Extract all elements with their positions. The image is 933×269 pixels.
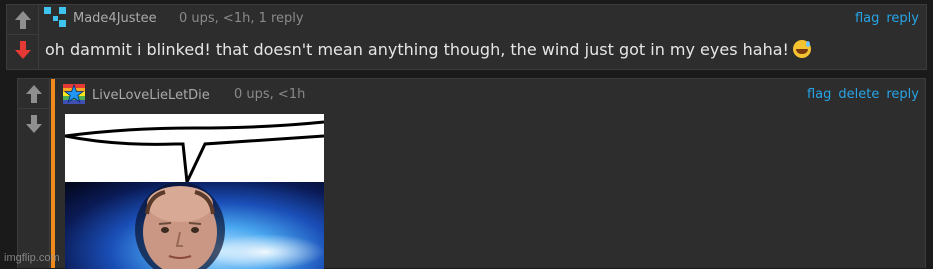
grinning-face-with-sweat-icon — [792, 40, 811, 58]
upvote-button[interactable] — [18, 79, 49, 109]
comment-actions: flag reply — [855, 11, 919, 26]
comment-meta: 0 ups, <1h, 1 reply — [179, 11, 304, 26]
vote-column — [18, 79, 50, 268]
reply-link[interactable]: reply — [886, 87, 919, 102]
man-face-graphic — [135, 182, 324, 269]
speech-bubble-graphic — [65, 114, 324, 182]
comment-text-content: oh dammit i blinked! that doesn't mean a… — [45, 40, 789, 59]
down-arrow-icon — [25, 115, 42, 133]
comment-text: oh dammit i blinked! that doesn't mean a… — [45, 40, 811, 59]
up-arrow-icon — [14, 10, 31, 29]
downvote-button[interactable] — [7, 35, 38, 65]
imgflip-watermark: imgflip.com — [4, 252, 60, 264]
username-link[interactable]: Made4Justee — [73, 11, 157, 26]
user-avatar[interactable] — [63, 84, 85, 104]
username-link[interactable]: LiveLoveLieLetDie — [92, 88, 210, 103]
comment-image[interactable] — [65, 114, 324, 269]
delete-link[interactable]: delete — [838, 87, 879, 102]
flag-link[interactable]: flag — [855, 11, 879, 26]
upvote-button[interactable] — [7, 5, 38, 35]
space-background — [65, 182, 324, 269]
comment-actions: flag delete reply — [807, 87, 919, 102]
flag-link[interactable]: flag — [807, 87, 831, 102]
down-arrow-icon — [14, 41, 31, 59]
vote-column — [7, 5, 39, 69]
downvote-button[interactable] — [18, 109, 49, 139]
up-arrow-icon — [25, 84, 42, 103]
comment-liveloveliletdie: LiveLoveLieLetDie 0 ups, <1h flag delete… — [17, 78, 926, 269]
reply-link[interactable]: reply — [886, 11, 919, 26]
user-avatar[interactable] — [44, 7, 66, 27]
comment-made4justee: Made4Justee 0 ups, <1h, 1 reply flag rep… — [6, 4, 927, 70]
reply-accent-bar — [51, 79, 55, 268]
comment-meta: 0 ups, <1h — [234, 87, 306, 102]
